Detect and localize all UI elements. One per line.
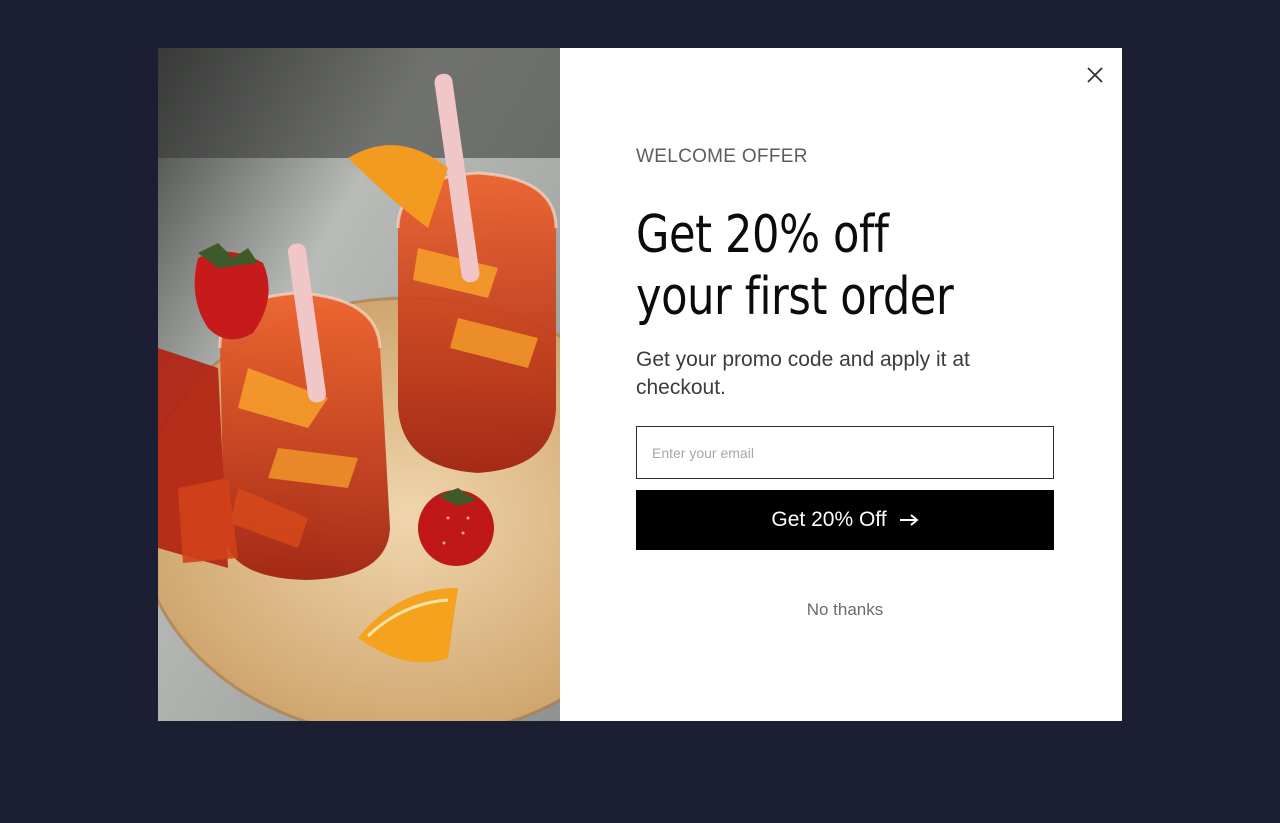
- email-input[interactable]: [636, 426, 1054, 479]
- welcome-offer-modal: WELCOME OFFER Get 20% off your first ord…: [158, 48, 1122, 721]
- headline-line-1: Get 20% off: [636, 205, 889, 265]
- offer-subtext: Get your promo code and apply it at chec…: [636, 348, 970, 399]
- headline-line-2: your first order: [636, 267, 954, 327]
- offer-content: WELCOME OFFER Get 20% off your first ord…: [636, 146, 1054, 620]
- get-discount-button[interactable]: Get 20% Off: [636, 490, 1054, 550]
- offer-panel: WELCOME OFFER Get 20% off your first ord…: [560, 48, 1122, 721]
- cta-label: Get 20% Off: [771, 508, 887, 531]
- offer-eyebrow: WELCOME OFFER: [636, 146, 808, 167]
- arrow-right-icon: [899, 514, 919, 526]
- sangria-photo: [158, 48, 560, 721]
- no-thanks-link[interactable]: No thanks: [636, 600, 1054, 620]
- close-button[interactable]: [1086, 66, 1104, 84]
- offer-headline: Get 20% off your first order: [636, 204, 1051, 328]
- close-icon: [1087, 67, 1103, 83]
- sangria-illustration: [158, 48, 560, 721]
